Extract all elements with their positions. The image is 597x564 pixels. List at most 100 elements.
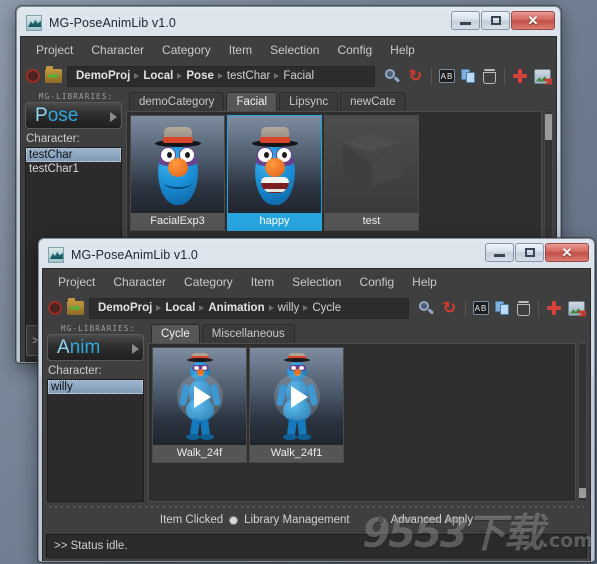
app-icon [26, 15, 42, 31]
advanced-apply-label[interactable]: Advanced Apply [391, 514, 473, 526]
add-icon[interactable] [512, 68, 528, 84]
maximize-button[interactable] [481, 11, 510, 30]
breadcrumb-location[interactable]: Local [165, 302, 195, 314]
library-management-label[interactable]: Library Management [244, 514, 349, 526]
delete-icon[interactable] [517, 300, 530, 316]
brand-label: MG-LIBRARIES: [61, 324, 136, 333]
menu-help[interactable]: Help [381, 40, 424, 60]
list-item[interactable]: happy [227, 115, 322, 231]
tab-facial[interactable]: Facial [226, 92, 278, 111]
tab-cycle[interactable]: Cycle [151, 324, 200, 343]
breadcrumb-location[interactable]: Local [143, 70, 173, 82]
window2-tool-icons: ↻ AB [414, 299, 585, 317]
window2-frame: MG-PoseAnimLib v1.0 ✕ Project Character … [39, 239, 594, 561]
record-ring-icon[interactable] [26, 69, 40, 83]
vertical-scrollbar[interactable] [578, 343, 587, 502]
breadcrumb-character[interactable]: willy [278, 302, 300, 314]
rename-icon[interactable]: AB [473, 301, 489, 315]
window2-titlebar[interactable]: MG-PoseAnimLib v1.0 ✕ [42, 242, 591, 268]
item-label: Walk_24f [176, 447, 223, 459]
scrollbar-thumb[interactable] [545, 114, 552, 140]
list-item[interactable]: testChar [26, 148, 121, 162]
tab-democategory[interactable]: demoCategory [129, 92, 225, 111]
open-folder-icon[interactable] [45, 66, 62, 83]
menu-project[interactable]: Project [49, 272, 104, 292]
menu-project[interactable]: Project [27, 40, 82, 60]
breadcrumb-library[interactable]: Animation [208, 302, 264, 314]
search-icon[interactable] [418, 300, 435, 317]
menu-item[interactable]: Item [220, 40, 261, 60]
add-icon[interactable] [546, 300, 562, 316]
item-thumbnail [228, 116, 321, 213]
advanced-apply-radio[interactable] [375, 515, 385, 525]
list-item[interactable]: Walk_24f [152, 347, 247, 463]
list-item[interactable]: testChar1 [26, 162, 121, 176]
item-grid[interactable]: Walk_24f Walk_24f1 [148, 343, 576, 502]
scrollbar-thumb[interactable] [579, 488, 586, 498]
list-item[interactable]: Walk_24f1 [249, 347, 344, 463]
close-button[interactable]: ✕ [545, 243, 589, 262]
play-icon[interactable] [176, 373, 223, 420]
breadcrumb[interactable]: DemoProj Local Animation willy Cycle [89, 297, 409, 319]
tab-newcate[interactable]: newCate [340, 92, 406, 111]
window2-menubar: Project Character Category Item Selectio… [43, 269, 590, 294]
list-item[interactable]: willy [48, 380, 143, 394]
window-anim-library[interactable]: MG-PoseAnimLib v1.0 ✕ Project Character … [38, 238, 595, 562]
library-switch-pose[interactable]: Pose [25, 102, 122, 129]
minimize-button[interactable] [485, 243, 514, 262]
menu-selection[interactable]: Selection [261, 40, 328, 60]
menu-help[interactable]: Help [403, 272, 446, 292]
breadcrumb-category[interactable]: Cycle [312, 302, 341, 314]
window1-titlebar[interactable]: MG-PoseAnimLib v1.0 ✕ [20, 10, 557, 36]
thumbnail-icon[interactable] [534, 68, 551, 84]
breadcrumb-library[interactable]: Pose [186, 70, 214, 82]
toolbar-divider [465, 299, 466, 317]
maximize-button[interactable] [515, 243, 544, 262]
delete-icon[interactable] [483, 68, 496, 84]
copy-icon[interactable] [461, 68, 476, 84]
window2-controls: ✕ [484, 243, 589, 262]
tab-lipsync[interactable]: Lipsync [279, 92, 339, 111]
character-label: Character: [26, 133, 80, 145]
record-ring-icon[interactable] [48, 301, 62, 315]
menu-selection[interactable]: Selection [283, 272, 350, 292]
menu-category[interactable]: Category [153, 40, 220, 60]
character-label: Character: [48, 365, 102, 377]
close-button[interactable]: ✕ [511, 11, 555, 30]
library-switch-anim[interactable]: Anim [47, 334, 144, 361]
list-item[interactable]: FacialExp3 [130, 115, 225, 231]
open-folder-icon[interactable] [67, 298, 84, 315]
breadcrumb-project[interactable]: DemoProj [76, 70, 130, 82]
minimize-icon [494, 253, 505, 257]
menu-item[interactable]: Item [242, 272, 283, 292]
menu-config[interactable]: Config [328, 40, 381, 60]
thumbnail-icon[interactable] [568, 300, 585, 316]
breadcrumb-character[interactable]: testChar [227, 70, 270, 82]
rename-icon[interactable]: AB [439, 69, 455, 83]
chevron-right-icon[interactable] [110, 112, 117, 122]
menu-category[interactable]: Category [175, 272, 242, 292]
menu-character[interactable]: Character [104, 272, 175, 292]
breadcrumb-project[interactable]: DemoProj [98, 302, 152, 314]
copy-icon[interactable] [495, 300, 510, 316]
minimize-button[interactable] [451, 11, 480, 30]
library-management-radio[interactable] [229, 515, 239, 525]
breadcrumb-category[interactable]: Facial [283, 70, 314, 82]
refresh-icon[interactable]: ↻ [407, 68, 424, 85]
refresh-icon[interactable]: ↻ [441, 300, 458, 317]
breadcrumb[interactable]: DemoProj Local Pose testChar Facial [67, 65, 375, 87]
chevron-right-icon [134, 73, 140, 79]
tab-miscellaneous[interactable]: Miscellaneous [201, 324, 295, 343]
search-icon[interactable] [384, 68, 401, 85]
menu-config[interactable]: Config [350, 272, 403, 292]
window1-menubar: Project Character Category Item Selectio… [21, 37, 556, 62]
window2-sidebar: MG-LIBRARIES: Anim Character: willy [47, 324, 144, 502]
chevron-right-icon[interactable] [132, 344, 139, 354]
menu-character[interactable]: Character [82, 40, 153, 60]
options-row: Item Clicked Library Management Advanced… [43, 508, 590, 532]
chevron-right-icon [303, 305, 309, 311]
play-icon[interactable] [273, 373, 320, 420]
logo-rest: ose [47, 105, 79, 126]
list-item[interactable]: test [324, 115, 419, 231]
character-list[interactable]: willy [47, 379, 144, 502]
